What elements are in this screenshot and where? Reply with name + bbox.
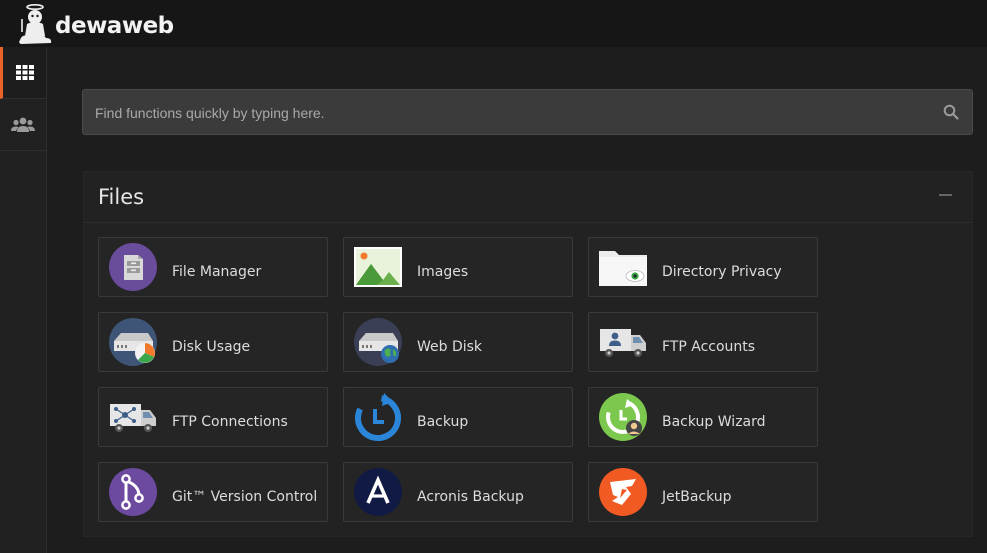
sidebar-item-users[interactable] [0,99,46,151]
tool-acronis-backup[interactable]: Acronis Backup [343,462,573,522]
brand-name: dewaweb [55,13,174,39]
images-icon [354,247,402,287]
tool-images[interactable]: Images [343,237,573,297]
top-bar: dewaweb [0,0,987,47]
brand-logo[interactable]: dewaweb [18,2,174,46]
files-panel: Files File Manager Images Directory Priv… [83,171,973,537]
tool-ftp-connections[interactable]: FTP Connections [98,387,328,447]
acronis-icon [354,468,402,516]
tool-label: Disk Usage [172,338,251,355]
ftp-connections-icon [110,404,156,432]
tool-disk-usage[interactable]: Disk Usage [98,312,328,372]
tool-label: JetBackup [662,488,732,505]
tool-jetbackup[interactable]: JetBackup [588,462,818,522]
tool-label: Backup Wizard [662,413,766,430]
tool-label: Git™ Version Control [172,488,318,505]
file-manager-icon [109,243,157,291]
tool-backup-wizard[interactable]: Backup Wizard [588,387,818,447]
backup-wizard-icon [599,393,647,441]
tool-web-disk[interactable]: Web Disk [343,312,573,372]
disk-usage-icon [109,318,157,366]
files-panel-header[interactable]: Files [84,172,972,223]
tool-directory-privacy[interactable]: Directory Privacy [588,237,818,297]
tool-label: Backup [417,413,469,430]
tool-label: FTP Connections [172,413,288,430]
git-icon [109,468,157,516]
web-disk-icon [354,318,402,366]
tool-backup[interactable]: Backup [343,387,573,447]
tool-file-manager[interactable]: File Manager [98,237,328,297]
backup-icon [355,393,401,441]
tool-ftp-accounts[interactable]: FTP Accounts [588,312,818,372]
search-bar [82,89,973,136]
jetbackup-icon [599,468,647,516]
tool-label: FTP Accounts [662,338,756,355]
directory-privacy-icon [599,251,647,286]
search-icon[interactable] [943,104,959,120]
panel-title: Files [98,185,145,209]
mascot-icon [19,3,52,44]
tool-label: Acronis Backup [417,488,524,505]
grid-icon [15,65,34,80]
ftp-accounts-icon [600,329,646,357]
sidebar-item-tools[interactable] [0,47,46,99]
tool-label: File Manager [172,263,262,280]
tool-label: Images [417,263,469,280]
tool-label: Web Disk [417,338,483,355]
collapse-icon[interactable] [939,194,952,196]
users-icon [11,117,35,132]
sidebar [0,47,47,553]
tool-label: Directory Privacy [662,263,782,280]
search-input[interactable] [83,90,937,136]
tool-git-version-control[interactable]: Git™ Version Control [98,462,328,522]
